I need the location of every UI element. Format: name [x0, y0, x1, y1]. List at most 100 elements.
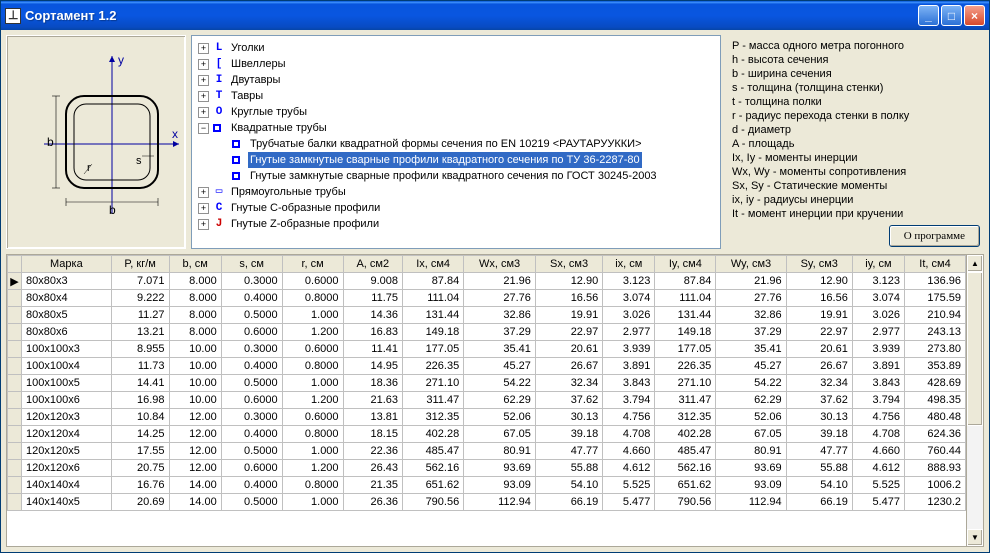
cell[interactable]: 1.000	[282, 494, 343, 511]
cell[interactable]: 93.69	[716, 460, 786, 477]
expander-icon[interactable]: +	[198, 219, 209, 230]
cell[interactable]: 13.81	[343, 409, 402, 426]
cell[interactable]: 19.91	[786, 307, 852, 324]
cell[interactable]: 498.35	[905, 392, 966, 409]
cell[interactable]: 3.939	[603, 341, 655, 358]
cell[interactable]: 100x100x3	[22, 341, 112, 358]
cell[interactable]: 22.97	[786, 324, 852, 341]
cell[interactable]: 11.27	[111, 307, 169, 324]
cell[interactable]: 12.90	[786, 273, 852, 290]
scroll-down-button[interactable]: ▼	[967, 529, 983, 546]
cell[interactable]: 8.000	[169, 324, 221, 341]
cell[interactable]: 27.76	[716, 290, 786, 307]
cell[interactable]: 3.843	[603, 375, 655, 392]
cell[interactable]: 14.00	[169, 477, 221, 494]
cell[interactable]: 35.41	[716, 341, 786, 358]
cell[interactable]: 62.29	[716, 392, 786, 409]
table-row[interactable]: 100x100x616.9810.000.60001.20021.63311.4…	[8, 392, 966, 409]
cell[interactable]: 17.55	[111, 443, 169, 460]
cell[interactable]: 18.36	[343, 375, 402, 392]
cell[interactable]: 3.074	[852, 290, 904, 307]
cell[interactable]: 10.00	[169, 392, 221, 409]
cell[interactable]: 55.88	[535, 460, 602, 477]
cell[interactable]: 12.00	[169, 409, 221, 426]
cell[interactable]: 47.77	[535, 443, 602, 460]
cell[interactable]: 177.05	[655, 341, 716, 358]
cell[interactable]: 5.477	[852, 494, 904, 511]
cell[interactable]: 4.612	[852, 460, 904, 477]
cell[interactable]: 136.96	[905, 273, 966, 290]
cell[interactable]: 20.61	[786, 341, 852, 358]
cell[interactable]: 0.3000	[221, 341, 282, 358]
table-row[interactable]: ▶80x80x37.0718.0000.30000.60009.00887.84…	[8, 273, 966, 290]
cell[interactable]: 428.69	[905, 375, 966, 392]
cell[interactable]: 120x120x5	[22, 443, 112, 460]
cell[interactable]: 5.525	[603, 477, 655, 494]
tree-item[interactable]: +TТавры	[194, 88, 718, 104]
cell[interactable]: 37.62	[535, 392, 602, 409]
cell[interactable]: 62.29	[464, 392, 536, 409]
table-row[interactable]: 140x140x416.7614.000.40000.800021.35651.…	[8, 477, 966, 494]
cell[interactable]: 87.84	[403, 273, 464, 290]
profile-tree[interactable]: +LУголки+[Швеллеры+IДвутавры+TТавры+OКру…	[191, 35, 721, 249]
cell[interactable]: 3.843	[852, 375, 904, 392]
cell[interactable]: 54.10	[786, 477, 852, 494]
column-header[interactable]: P, кг/м	[111, 256, 169, 273]
cell[interactable]: 271.10	[655, 375, 716, 392]
table-row[interactable]: 120x120x414.2512.000.40000.800018.15402.…	[8, 426, 966, 443]
cell[interactable]: 0.6000	[221, 324, 282, 341]
cell[interactable]: 37.29	[464, 324, 536, 341]
tree-item[interactable]: Гнутые замкнутые сварные профили квадрат…	[194, 168, 718, 184]
cell[interactable]: 402.28	[655, 426, 716, 443]
cell[interactable]: 8.000	[169, 290, 221, 307]
cell[interactable]: 100x100x6	[22, 392, 112, 409]
cell[interactable]: 0.8000	[282, 358, 343, 375]
cell[interactable]: 11.73	[111, 358, 169, 375]
cell[interactable]: 18.15	[343, 426, 402, 443]
cell[interactable]: 311.47	[403, 392, 464, 409]
cell[interactable]: 8.000	[169, 307, 221, 324]
cell[interactable]: 45.27	[464, 358, 536, 375]
cell[interactable]: 3.123	[852, 273, 904, 290]
cell[interactable]: 0.5000	[221, 494, 282, 511]
cell[interactable]: 562.16	[655, 460, 716, 477]
tree-item[interactable]: +IДвутавры	[194, 72, 718, 88]
cell[interactable]: 54.22	[716, 375, 786, 392]
cell[interactable]: 52.06	[716, 409, 786, 426]
cell[interactable]: 45.27	[716, 358, 786, 375]
cell[interactable]: 16.83	[343, 324, 402, 341]
tree-item[interactable]: Гнутые замкнутые сварные профили квадрат…	[194, 152, 718, 168]
cell[interactable]: 1.200	[282, 460, 343, 477]
cell[interactable]: 120x120x6	[22, 460, 112, 477]
column-header[interactable]: Марка	[22, 256, 112, 273]
vertical-scrollbar[interactable]: ▲ ▼	[967, 254, 984, 547]
expander-icon[interactable]: +	[198, 43, 209, 54]
cell[interactable]: 14.95	[343, 358, 402, 375]
cell[interactable]: 402.28	[403, 426, 464, 443]
cell[interactable]: 93.69	[464, 460, 536, 477]
cell[interactable]: 66.19	[535, 494, 602, 511]
tree-item[interactable]: +CГнутые С-образные профили	[194, 200, 718, 216]
expander-icon[interactable]: +	[198, 203, 209, 214]
cell[interactable]: 273.80	[905, 341, 966, 358]
column-header[interactable]: Wx, см3	[464, 256, 536, 273]
cell[interactable]: 485.47	[655, 443, 716, 460]
cell[interactable]: 11.75	[343, 290, 402, 307]
cell[interactable]: 0.4000	[221, 477, 282, 494]
cell[interactable]: 39.18	[535, 426, 602, 443]
cell[interactable]: 0.4000	[221, 426, 282, 443]
cell[interactable]: 19.91	[535, 307, 602, 324]
cell[interactable]: 4.756	[852, 409, 904, 426]
cell[interactable]: 27.76	[464, 290, 536, 307]
cell[interactable]: 47.77	[786, 443, 852, 460]
cell[interactable]: 80x80x3	[22, 273, 112, 290]
cell[interactable]: 0.6000	[282, 341, 343, 358]
cell[interactable]: 37.29	[716, 324, 786, 341]
column-header[interactable]: Ix, см4	[403, 256, 464, 273]
about-button[interactable]: О программе	[889, 225, 980, 247]
expander-icon[interactable]: +	[198, 187, 209, 198]
table-row[interactable]: 120x120x517.5512.000.50001.00022.36485.4…	[8, 443, 966, 460]
minimize-button[interactable]: _	[918, 5, 939, 26]
cell[interactable]: 8.955	[111, 341, 169, 358]
close-button[interactable]: ×	[964, 5, 985, 26]
